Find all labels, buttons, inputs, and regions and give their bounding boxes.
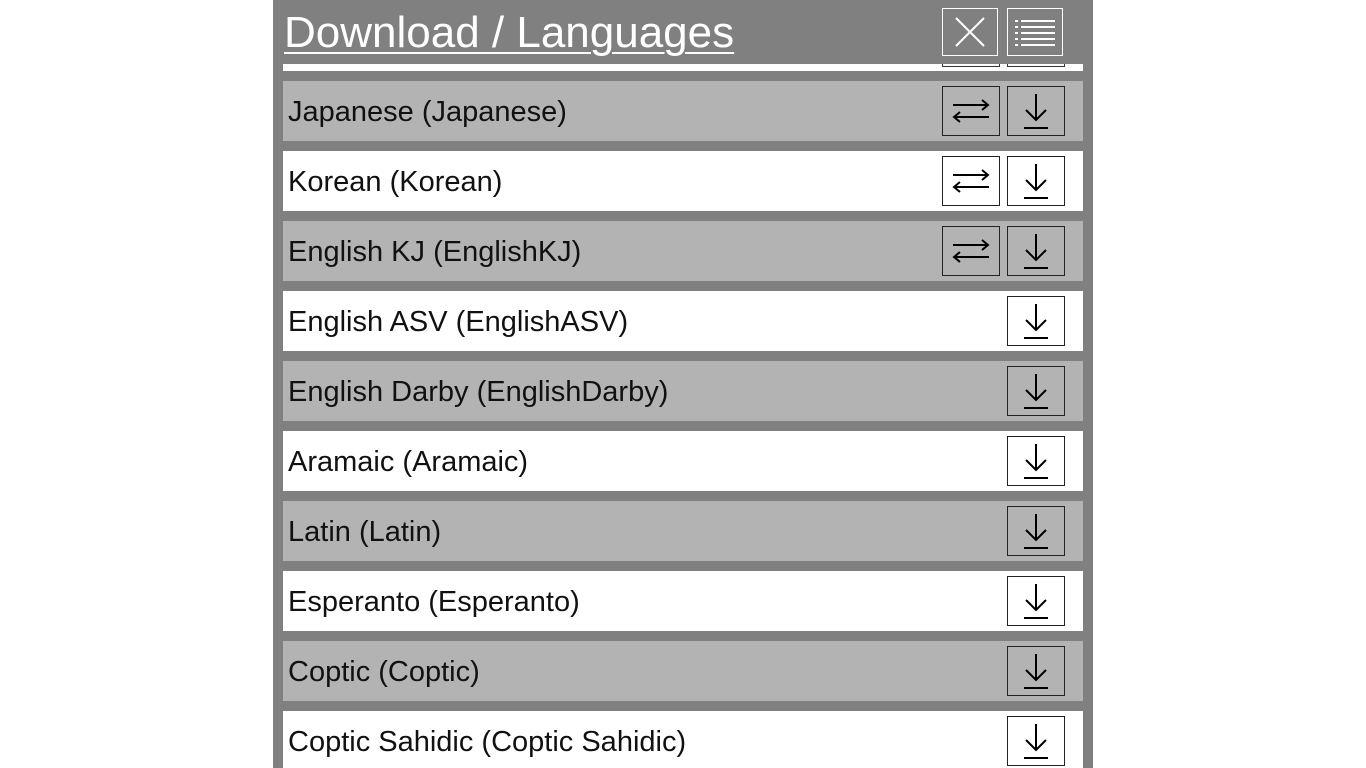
list-item[interactable]: Coptic (Coptic) <box>283 641 1083 701</box>
swap-button[interactable] <box>942 156 1000 206</box>
language-label: English ASV (EnglishASV) <box>288 306 629 338</box>
list-item[interactable]: Japanese (Japanese) <box>283 81 1083 141</box>
download-icon <box>1019 720 1053 762</box>
list-item[interactable]: Aramaic (Aramaic) <box>283 431 1083 491</box>
download-icon <box>1019 370 1053 412</box>
menu-button[interactable] <box>1007 8 1063 56</box>
download-languages-panel: Download / Languages Japanese (Japanese)… <box>273 0 1093 768</box>
language-label: Korean (Korean) <box>288 166 503 198</box>
download-button[interactable] <box>1007 296 1065 346</box>
download-button[interactable] <box>1007 366 1065 416</box>
close-icon <box>953 15 987 49</box>
download-icon <box>1019 160 1053 202</box>
swap-arrows-icon <box>949 93 993 129</box>
list-item[interactable]: English KJ (EnglishKJ) <box>283 221 1083 281</box>
download-button[interactable] <box>1007 646 1065 696</box>
list-icon <box>1013 17 1057 47</box>
list-item[interactable]: Coptic Sahidic (Coptic Sahidic) <box>283 711 1083 768</box>
download-icon <box>1019 650 1053 692</box>
download-button[interactable] <box>1007 86 1065 136</box>
language-label: Esperanto (Esperanto) <box>288 586 580 618</box>
download-button[interactable] <box>1007 436 1065 486</box>
language-label: Coptic (Coptic) <box>288 656 480 688</box>
download-icon <box>1019 300 1053 342</box>
partial-swap-button[interactable] <box>942 64 1000 67</box>
swap-arrows-icon <box>949 233 993 269</box>
partial-download-button[interactable] <box>1007 64 1065 67</box>
page-title[interactable]: Download / Languages <box>284 8 734 58</box>
download-button[interactable] <box>1007 716 1065 766</box>
language-label: Aramaic (Aramaic) <box>288 446 529 478</box>
download-button[interactable] <box>1007 506 1065 556</box>
language-label: Coptic Sahidic (Coptic Sahidic) <box>288 726 687 758</box>
download-button[interactable] <box>1007 226 1065 276</box>
download-icon <box>1019 90 1053 132</box>
list-item[interactable]: English Darby (EnglishDarby) <box>283 361 1083 421</box>
language-label: English Darby (EnglishDarby) <box>288 376 669 408</box>
swap-button[interactable] <box>942 86 1000 136</box>
language-label: Japanese (Japanese) <box>288 96 567 128</box>
download-icon <box>1019 440 1053 482</box>
swap-arrows-icon <box>949 163 993 199</box>
list-item[interactable]: English ASV (EnglishASV) <box>283 291 1083 351</box>
download-icon <box>1019 580 1053 622</box>
download-button[interactable] <box>1007 156 1065 206</box>
language-label: Latin (Latin) <box>288 516 442 548</box>
list-item[interactable]: Korean (Korean) <box>283 151 1083 211</box>
language-label: English KJ (EnglishKJ) <box>288 236 582 268</box>
download-button[interactable] <box>1007 576 1065 626</box>
download-icon <box>1019 230 1053 272</box>
list-item[interactable]: Esperanto (Esperanto) <box>283 571 1083 631</box>
language-list: Japanese (Japanese) Korean (Korean) Englis… <box>283 81 1083 768</box>
download-icon <box>1019 510 1053 552</box>
list-item[interactable]: Latin (Latin) <box>283 501 1083 561</box>
list-item-partial[interactable] <box>283 64 1083 71</box>
close-button[interactable] <box>942 8 998 56</box>
swap-button[interactable] <box>942 226 1000 276</box>
